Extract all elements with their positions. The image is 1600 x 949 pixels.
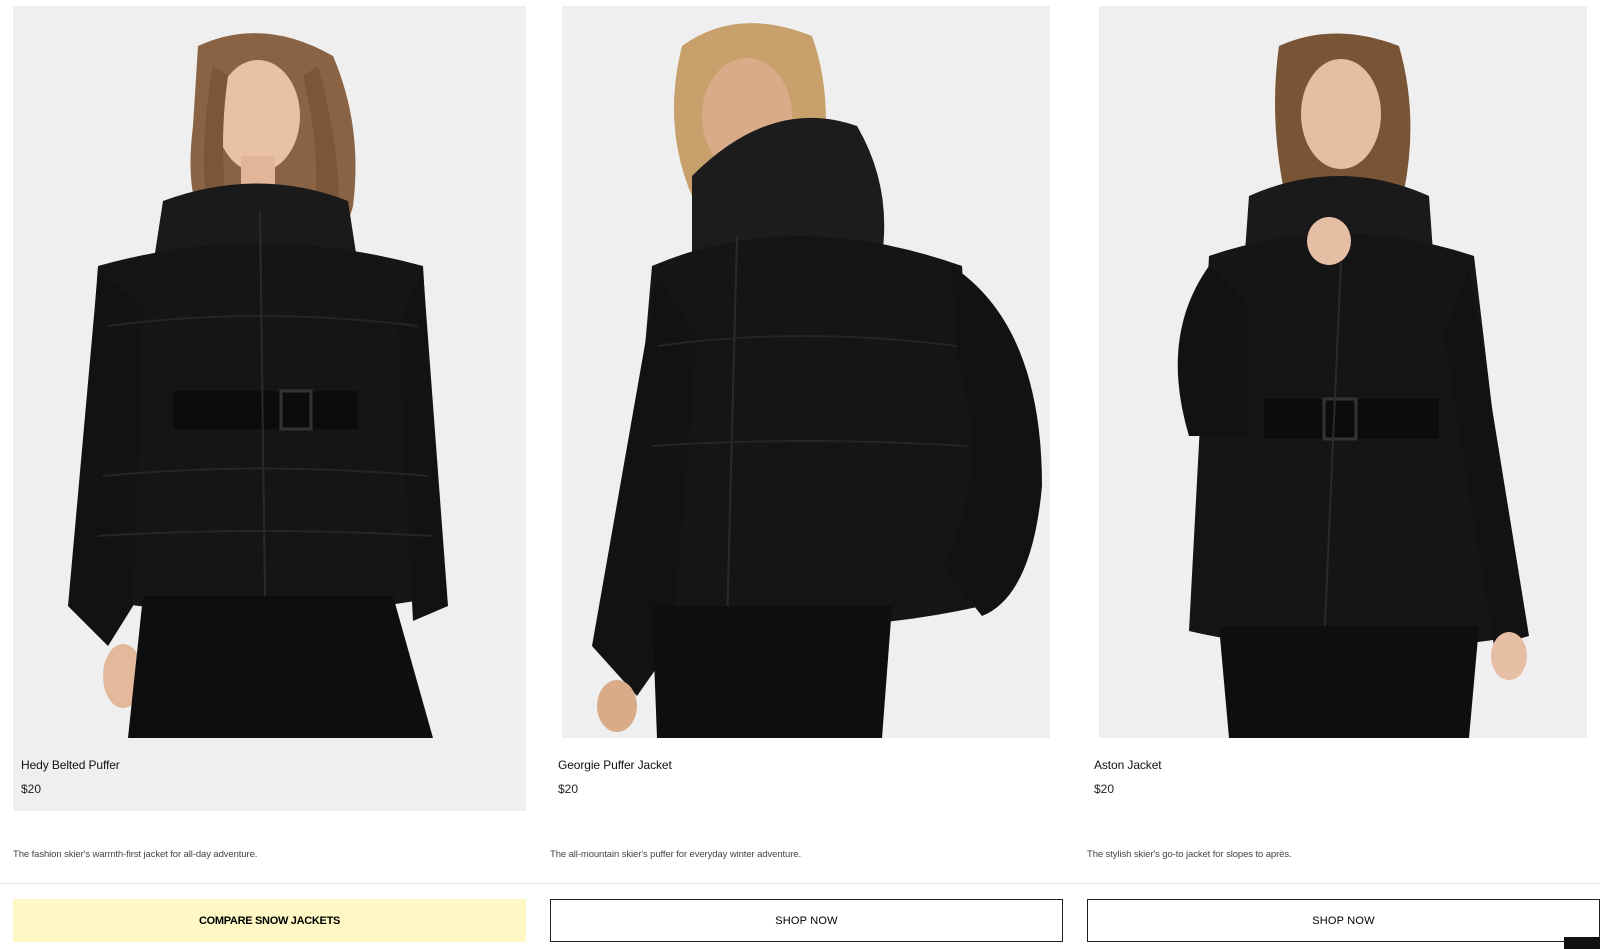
product-description: The stylish skier's go-to jacket for slo… [1087, 849, 1292, 860]
product-name[interactable]: Aston Jacket [1094, 758, 1162, 772]
product-description: The fashion skier's warmth-first jacket … [13, 849, 258, 860]
shop-now-button[interactable]: SHOP NOW [550, 899, 1063, 942]
product-image-georgie[interactable] [562, 6, 1050, 738]
product-image-aston[interactable] [1099, 6, 1587, 738]
product-name[interactable]: Georgie Puffer Jacket [558, 758, 672, 772]
product-name[interactable]: Hedy Belted Puffer [21, 758, 120, 772]
product-card-aston[interactable]: Aston Jacket $20 [1094, 6, 1587, 811]
product-price: $20 [558, 782, 579, 796]
product-description: The all-mountain skier's puffer for ever… [550, 849, 802, 860]
shop-now-button[interactable]: SHOP NOW [1087, 899, 1600, 942]
product-price: $20 [21, 782, 42, 796]
product-card-georgie[interactable]: Georgie Puffer Jacket $20 [558, 6, 1050, 811]
compare-snow-jackets-button[interactable]: COMPARE SNOW JACKETS [13, 899, 526, 942]
divider [0, 883, 1600, 884]
product-comparison-section: Hedy Belted Puffer $20 Georgie Puffer Ja… [0, 0, 1600, 949]
product-image-hedy[interactable] [13, 6, 526, 738]
chat-widget-tab[interactable] [1564, 937, 1600, 949]
product-card-hedy[interactable]: Hedy Belted Puffer $20 [13, 6, 526, 811]
product-price: $20 [1094, 782, 1115, 796]
